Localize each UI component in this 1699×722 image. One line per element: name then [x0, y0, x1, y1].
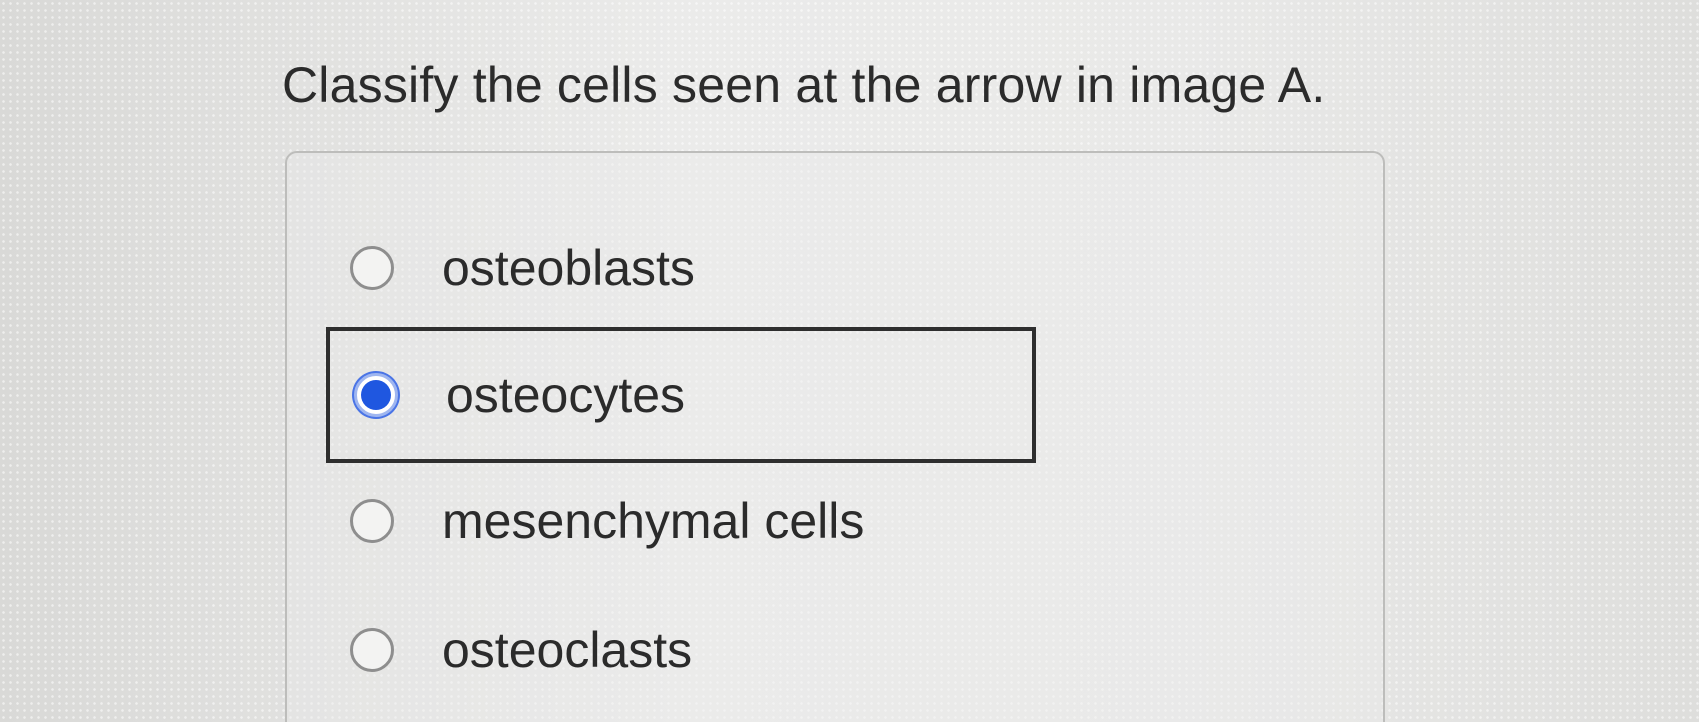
- radio-selected-dot-icon: [361, 380, 391, 410]
- option-osteoclasts[interactable]: osteoclasts: [326, 582, 1036, 718]
- radio-button-unselected[interactable]: [350, 246, 394, 290]
- question-text: Classify the cells seen at the arrow in …: [282, 57, 1326, 113]
- option-label[interactable]: osteoclasts: [442, 621, 692, 679]
- option-label[interactable]: osteoblasts: [442, 239, 695, 297]
- option-label[interactable]: osteocytes: [446, 366, 685, 424]
- option-osteoblasts[interactable]: osteoblasts: [326, 200, 1036, 336]
- option-mesenchymal-cells[interactable]: mesenchymal cells: [326, 453, 1036, 589]
- radio-button-selected[interactable]: [354, 373, 398, 417]
- option-osteocytes[interactable]: osteocytes: [326, 327, 1036, 463]
- radio-button-unselected[interactable]: [350, 628, 394, 672]
- radio-button-unselected[interactable]: [350, 499, 394, 543]
- option-label[interactable]: mesenchymal cells: [442, 492, 864, 550]
